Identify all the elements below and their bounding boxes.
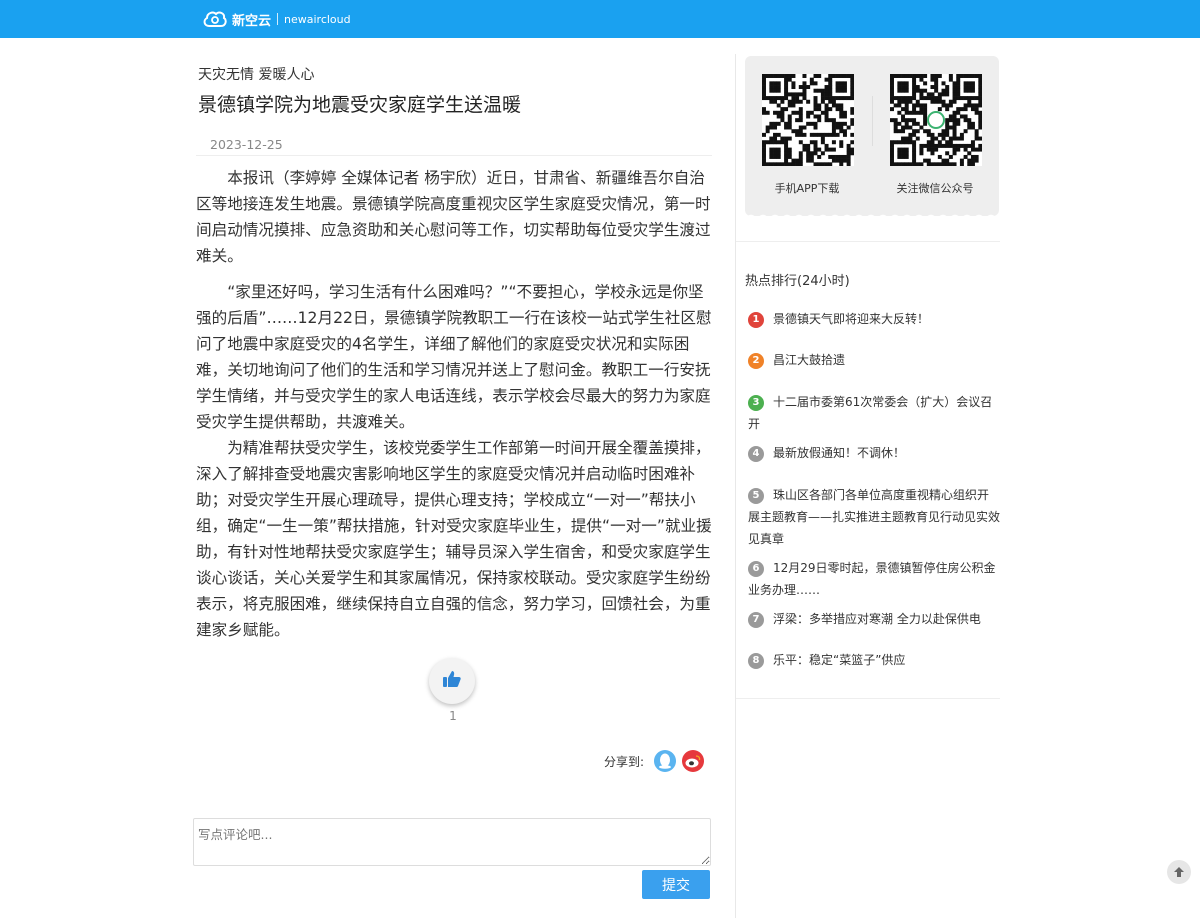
divider [196, 155, 712, 156]
hot-item-text: 珠山区各部门各单位高度重视精心组织开展主题教育——扎实推进主题教育见行动见实效见… [748, 488, 1001, 546]
share-label: 分享到: [604, 754, 645, 769]
rank-badge: 3 [748, 395, 764, 411]
article-title: 景德镇学院为地震受灾家庭学生送温暖 [198, 94, 522, 116]
app-qr-code[interactable] [762, 74, 855, 167]
cloud-logo-icon [202, 8, 228, 30]
hot-ranking-title: 热点排行(24小时) [745, 274, 850, 289]
brand-logo[interactable]: 新空云 newaircloud [202, 7, 351, 31]
rank-badge: 6 [748, 561, 764, 577]
qq-share-icon[interactable] [654, 750, 677, 772]
article-paragraph: 本报讯（李婷婷 全媒体记者 杨宇欣）近日，甘肃省、新疆维吾尔自治区等地接连发生地… [196, 169, 711, 265]
brand-name-cn: 新空云 [232, 13, 272, 29]
article-date: 2023-12-25 [210, 137, 283, 152]
hot-item-3[interactable]: 3 十二届市委第61次常委会（扩大）会议召开 [748, 391, 1000, 435]
hot-item-2[interactable]: 2 昌江大鼓拾遗 [748, 349, 1000, 371]
hot-item-text: 最新放假通知！不调休！ [773, 446, 906, 460]
hot-item-5[interactable]: 5 珠山区各部门各单位高度重视精心组织开展主题教育——扎实推进主题教育见行动见实效… [748, 484, 1000, 550]
hot-item-7[interactable]: 7 浮梁：多举措应对寒潮 全力以赴保供电 [748, 608, 1000, 630]
app-download-label: 手机APP下载 [774, 182, 840, 195]
back-to-top-button[interactable] [1167, 860, 1191, 884]
rank-badge: 2 [748, 353, 764, 369]
wechat-follow-label: 关注微信公众号 [896, 182, 974, 195]
article-body: 本报讯（李婷婷 全媒体记者 杨宇欣）近日，甘肃省、新疆维吾尔自治区等地接连发生地… [196, 165, 712, 643]
hot-item-text: 乐平：稳定“菜篮子”供应 [773, 653, 906, 667]
divider [736, 698, 1000, 699]
like-button[interactable] [429, 658, 475, 704]
like-count: 1 [449, 709, 457, 723]
brand-divider [277, 13, 279, 25]
hot-item-6[interactable]: 6 12月29日零时起，景德镇暂停住房公积金业务办理…… [748, 557, 1000, 601]
hot-item-8[interactable]: 8 乐平：稳定“菜篮子”供应 [748, 649, 1000, 671]
comment-input[interactable] [193, 818, 711, 866]
column-divider [735, 54, 736, 918]
brand-name-en: newaircloud [284, 12, 351, 26]
rank-badge: 8 [748, 653, 764, 669]
hot-item-text: 12月29日零时起，景德镇暂停住房公积金业务办理…… [748, 561, 996, 597]
top-bar: 新空云 newaircloud [0, 0, 1200, 38]
qr-divider [872, 96, 873, 146]
rank-badge: 5 [748, 488, 764, 504]
zigzag-edge [745, 212, 999, 220]
hot-item-text: 浮梁：多举措应对寒潮 全力以赴保供电 [773, 612, 981, 626]
rank-badge: 4 [748, 446, 764, 462]
hot-item-text: 景德镇天气即将迎来大反转！ [773, 312, 930, 326]
article-paragraph: 为精准帮扶受灾学生，该校党委学生工作部第一时间开展全覆盖摸排，深入了解排查受地震… [196, 439, 712, 639]
article-kicker: 天灾无情 爱暖人心 [198, 67, 315, 83]
share-bar: 分享到: [604, 750, 705, 772]
article-paragraph: “家里还好吗，学习生活有什么困难吗？”“不要担心，学校永远是你坚强的后盾”……1… [196, 283, 712, 431]
divider [736, 241, 1000, 242]
submit-button[interactable]: 提交 [642, 870, 710, 899]
hot-item-text: 十二届市委第61次常委会（扩大）会议召开 [748, 395, 993, 431]
hot-item-text: 昌江大鼓拾遗 [773, 353, 846, 367]
hot-item-4[interactable]: 4 最新放假通知！不调休！ [748, 442, 1000, 464]
rank-badge: 1 [748, 312, 764, 328]
rank-badge: 7 [748, 612, 764, 628]
hot-item-1[interactable]: 1 景德镇天气即将迎来大反转！ [748, 308, 1000, 330]
arrow-up-icon [1173, 863, 1185, 882]
thumbs-up-icon [442, 669, 462, 693]
qr-code-panel: 手机APP下载 关注微信公众号 [745, 56, 999, 220]
wechat-qr-code[interactable] [890, 74, 983, 167]
weibo-share-icon[interactable] [682, 750, 705, 772]
